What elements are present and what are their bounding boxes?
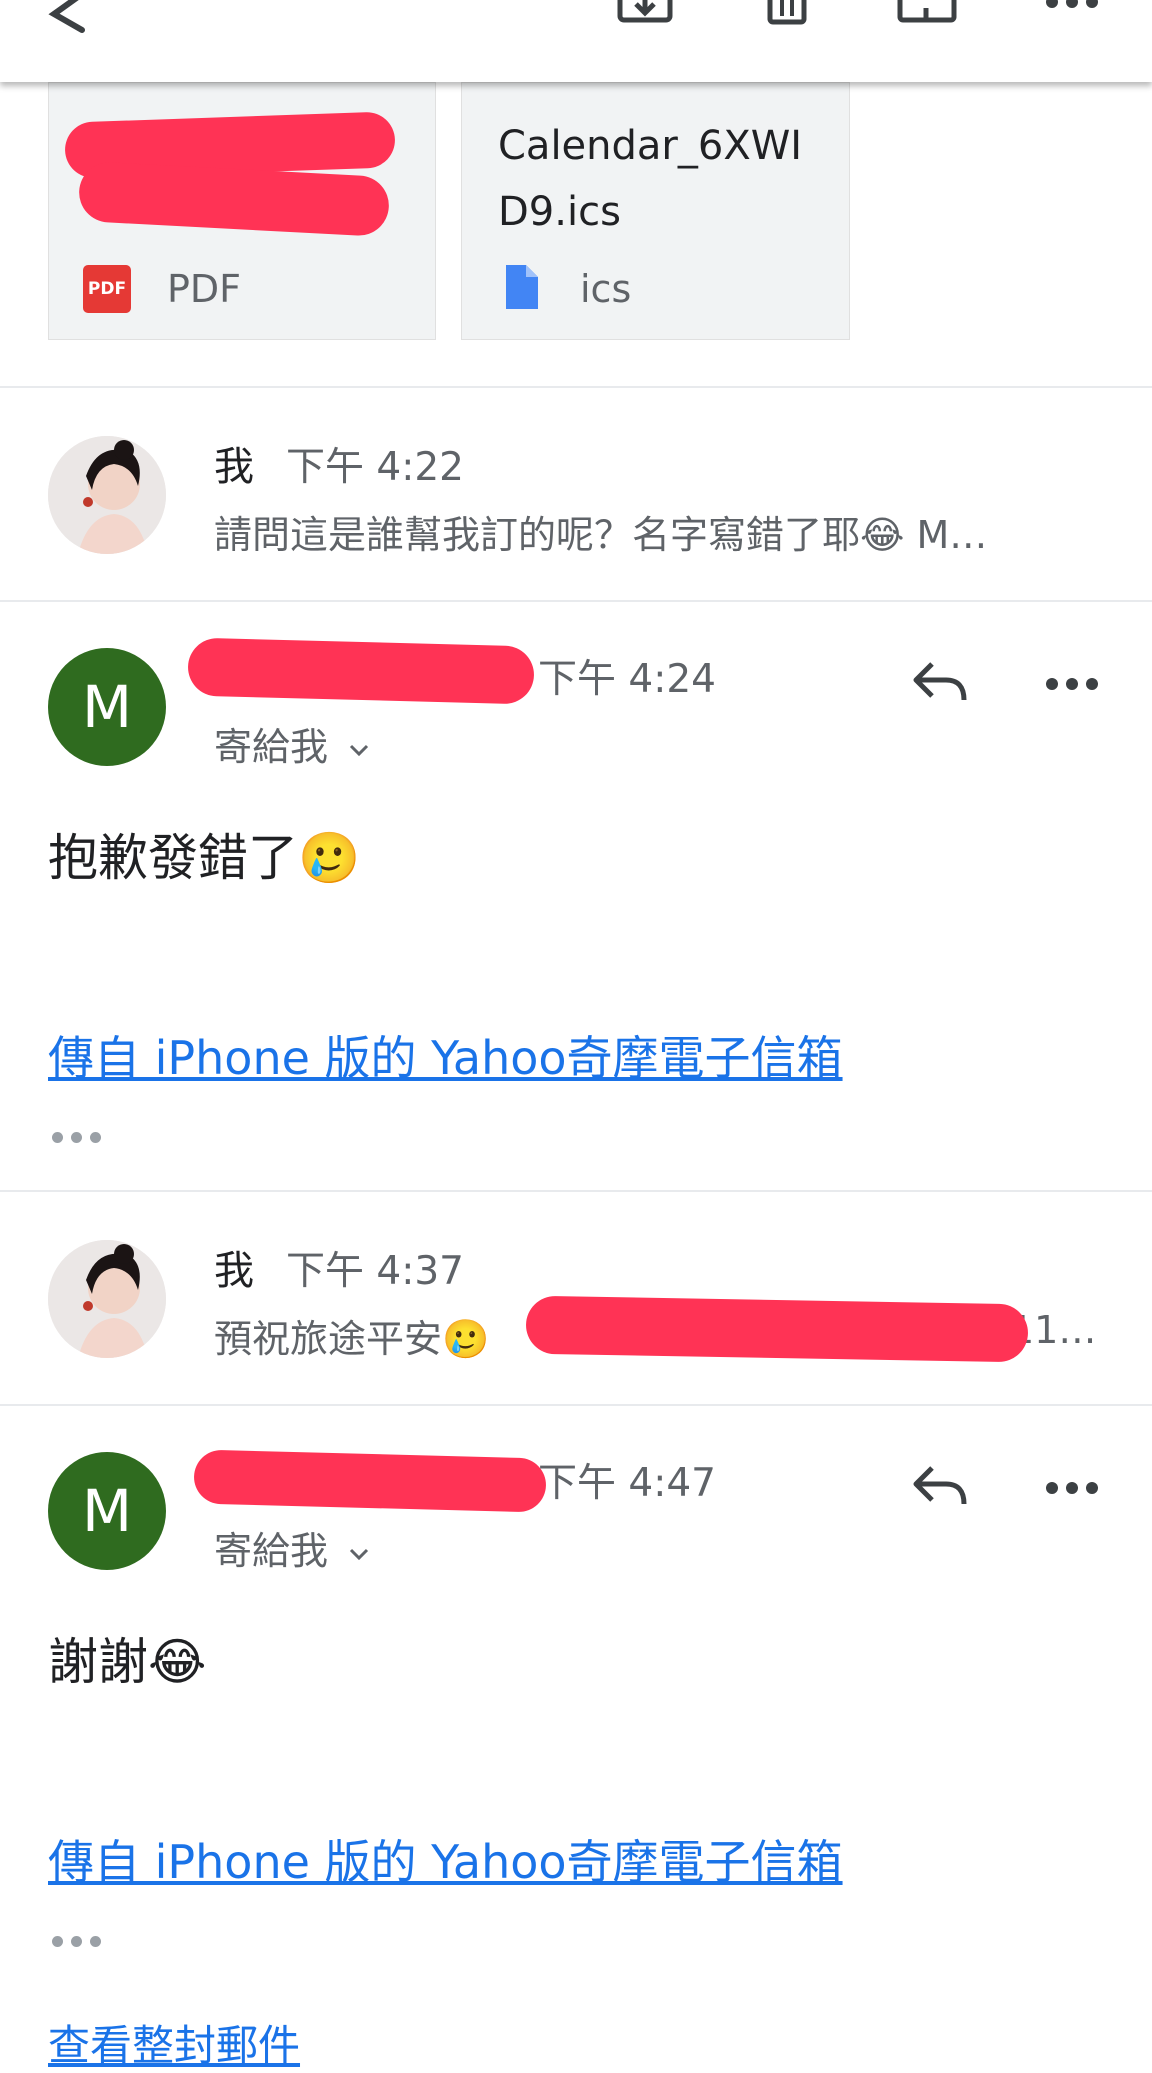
pdf-icon: PDF xyxy=(83,265,131,313)
message-body: 抱歉發錯了🥲 xyxy=(48,829,361,887)
signature-link[interactable]: 傳自 iPhone 版的 Yahoo奇摩電子信箱 xyxy=(48,1022,843,1088)
message-snippet: 請問這是誰幫我訂的呢？名字寫錯了耶😂 M… xyxy=(214,513,988,557)
archive-icon[interactable] xyxy=(616,0,674,30)
show-trimmed-content-icon[interactable] xyxy=(52,1132,101,1143)
mark-unread-icon[interactable] xyxy=(896,0,960,30)
file-icon xyxy=(506,265,538,309)
redaction-mark xyxy=(77,160,391,238)
sender-name: 我 xyxy=(214,444,254,490)
attachment-card-pdf[interactable]: PDF PDF xyxy=(48,82,436,340)
recipient-toggle[interactable]: 寄給我 xyxy=(214,1520,370,1575)
message-collapsed-1[interactable] xyxy=(0,388,1152,600)
show-trimmed-content-icon[interactable] xyxy=(52,1936,101,1947)
chevron-down-icon xyxy=(350,1548,369,1560)
message-time: 下午 4:22 xyxy=(286,445,464,490)
back-arrow-icon[interactable] xyxy=(40,0,100,40)
attachment-filename: Calendar_6XWID9.ics xyxy=(498,123,803,235)
top-toolbar xyxy=(0,0,1152,82)
attachment-type-label: PDF xyxy=(167,267,242,311)
avatar: M xyxy=(48,1452,166,1570)
chevron-down-icon xyxy=(350,744,369,756)
redaction-mark xyxy=(193,1449,547,1513)
message-snippet: 預祝旅途平安🥲 xyxy=(214,1317,490,1361)
recipient-label: 寄給我 xyxy=(214,725,329,769)
attachment-card-ics[interactable]: Calendar_6XWID9.ics ics xyxy=(461,82,850,340)
message-more-icon[interactable] xyxy=(1044,1480,1100,1496)
signature-link[interactable]: 傳自 iPhone 版的 Yahoo奇摩電子信箱 xyxy=(48,1826,843,1892)
divider xyxy=(0,1404,1152,1406)
message-more-icon[interactable] xyxy=(1044,676,1100,692)
trash-icon[interactable] xyxy=(762,0,812,30)
view-entire-message-link[interactable]: 查看整封郵件 xyxy=(48,2012,300,2073)
message-time: 下午 4:37 xyxy=(286,1249,464,1294)
avatar: M xyxy=(48,648,166,766)
profile-photo-icon xyxy=(48,1240,166,1358)
recipient-toggle[interactable]: 寄給我 xyxy=(214,716,370,771)
avatar xyxy=(48,1240,166,1358)
avatar xyxy=(48,436,166,554)
message-time: 下午 4:24 xyxy=(538,657,716,702)
redaction-mark xyxy=(525,1295,1029,1363)
sender-name: 我 xyxy=(214,1248,254,1294)
reply-icon[interactable] xyxy=(910,1462,970,1512)
redaction-mark xyxy=(187,637,535,705)
message-body: 謝謝😂 xyxy=(48,1633,207,1691)
recipient-label: 寄給我 xyxy=(214,1529,329,1573)
divider xyxy=(0,600,1152,602)
reply-icon[interactable] xyxy=(910,658,970,708)
more-icon[interactable] xyxy=(1044,0,1100,14)
message-time: 下午 4:47 xyxy=(538,1461,716,1506)
attachment-type-label: ics xyxy=(580,267,632,311)
profile-photo-icon xyxy=(48,436,166,554)
